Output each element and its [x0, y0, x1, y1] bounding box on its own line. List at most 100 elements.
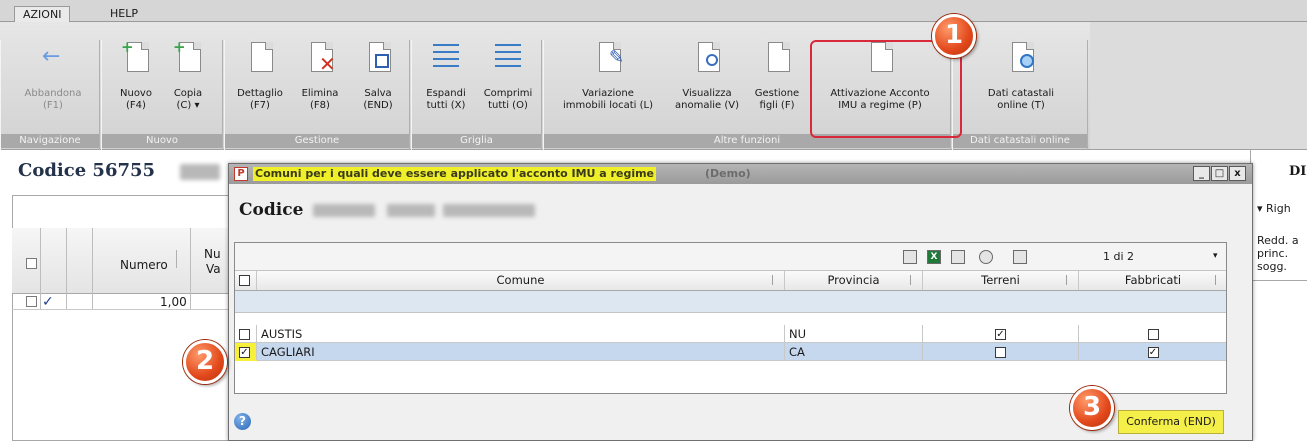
ribbon-tabbar	[0, 0, 1307, 22]
background-grid-row[interactable]: ✓ 1,00	[12, 294, 238, 310]
tab-azioni[interactable]: AZIONI	[14, 6, 71, 23]
cell-terreni[interactable]	[923, 343, 1079, 360]
background-header-checkbox[interactable]	[26, 258, 37, 269]
visualizza-label: Visualizza	[682, 88, 732, 99]
copia-label: Copia	[173, 88, 203, 99]
abbandona-shortcut: (F1)	[43, 100, 63, 111]
row-select-cell[interactable]	[235, 325, 257, 342]
table-row[interactable]: AUSTIS NU ✓	[235, 325, 1226, 343]
close-button[interactable]: x	[1229, 166, 1246, 181]
dettaglio-shortcut: (F7)	[250, 100, 270, 111]
variazione-label: Variazione	[582, 88, 634, 99]
group-dati-catastali: Dati catastali online (T) Dati catastali…	[952, 40, 1088, 150]
grid-filter-row[interactable]	[235, 291, 1226, 313]
maximize-button[interactable]: □	[1211, 166, 1228, 181]
copia-button[interactable]: + Copia (C) ▾	[166, 40, 210, 112]
header-fabbricati[interactable]: Fabbricati	[1079, 271, 1227, 290]
collapse-list-icon	[493, 40, 523, 78]
terreni-checkbox[interactable]	[995, 347, 1006, 358]
background-redd-header: Redd. a princ. sogg.	[1257, 234, 1299, 273]
children-document-icon	[762, 40, 792, 78]
background-col-resizer[interactable]	[176, 250, 184, 268]
copy-document-icon: +	[173, 40, 203, 78]
terreni-checkbox[interactable]: ✓	[995, 329, 1006, 340]
header-terreni[interactable]: Terreni	[923, 271, 1079, 290]
magnifier-document-icon	[692, 40, 722, 78]
redacted-text	[180, 164, 220, 180]
group-label-gestione: Gestione	[225, 134, 409, 148]
espandi-label: Espandi	[426, 88, 466, 99]
visualizza-anomalie-button[interactable]: Visualizza anomalie (V)	[668, 40, 746, 112]
nuovo-label: Nuovo	[120, 88, 152, 99]
espandi-shortcut: tutti (X)	[426, 100, 466, 111]
chevron-down-icon: ▾	[1257, 202, 1263, 215]
column-menu-icon[interactable]	[1066, 275, 1074, 285]
header-select-all[interactable]	[235, 271, 257, 290]
print-icon[interactable]	[903, 250, 917, 264]
row-checkbox[interactable]	[239, 329, 250, 340]
salva-button[interactable]: Salva (END)	[353, 40, 403, 112]
comprimi-label: Comprimi	[483, 88, 533, 99]
checkbox-icon	[239, 275, 250, 286]
group-label-dati-catastali: Dati catastali online	[953, 134, 1087, 148]
redacted-text	[313, 204, 375, 217]
variazione-immobili-button[interactable]: ✎ Variazione immobili locati (L)	[552, 40, 664, 112]
cell-comune: AUSTIS	[257, 325, 785, 342]
dialog-titlebar[interactable]: P Comuni per i quali deve essere applica…	[229, 164, 1252, 184]
dialog-title-demo: (Demo)	[705, 167, 751, 180]
cell-fabbricati[interactable]	[1079, 325, 1227, 342]
background-row-checkbox[interactable]	[26, 296, 37, 307]
background-right-header: DI	[1289, 164, 1307, 179]
header-comune[interactable]: Comune	[257, 271, 785, 290]
gestione-figli-button[interactable]: Gestione figli (F)	[750, 40, 804, 112]
new-document-icon: +	[121, 40, 151, 78]
row-select-cell[interactable]: ✓	[235, 343, 257, 360]
cell-terreni[interactable]: ✓	[923, 325, 1079, 342]
header-provincia[interactable]: Provincia	[785, 271, 923, 290]
chevron-down-icon[interactable]: ▾	[1213, 251, 1218, 261]
ribbon-empty-area	[1090, 22, 1307, 150]
cell-provincia: CA	[785, 343, 923, 360]
table-row[interactable]: ✓ CAGLIARI CA ✓	[235, 343, 1226, 361]
refresh-grid-icon[interactable]	[951, 250, 965, 264]
comprimi-tutti-button[interactable]: Comprimi tutti (O)	[478, 40, 538, 112]
variazione-shortcut: immobili locati (L)	[562, 100, 653, 111]
filter-columns-icon[interactable]	[1013, 250, 1027, 264]
expand-list-icon	[431, 40, 461, 78]
gestione-figli-label: Gestione	[754, 88, 800, 99]
app-logo-icon: P	[234, 167, 248, 181]
fabbricati-checkbox[interactable]	[1147, 329, 1159, 340]
background-righe-dropdown[interactable]: ▾ Righ	[1257, 202, 1291, 215]
row-checkbox[interactable]: ✓	[239, 347, 250, 358]
search-icon[interactable]	[979, 250, 993, 264]
column-menu-icon[interactable]	[1215, 275, 1223, 285]
grid-spacer	[235, 313, 1226, 325]
nuovo-button[interactable]: + Nuovo (F4)	[114, 40, 158, 112]
callout-highlight-attivazione	[810, 40, 962, 138]
dati-catastali-label: Dati catastali	[987, 88, 1055, 99]
abbandona-button[interactable]: ← Abbandona (F1)	[21, 40, 85, 112]
redd-line1: Redd. a	[1257, 234, 1299, 247]
background-codice-title: Codice 56755	[18, 160, 156, 181]
minimize-button[interactable]: _	[1193, 166, 1210, 181]
dettaglio-button[interactable]: Dettaglio (F7)	[233, 40, 287, 112]
header-comune-label: Comune	[496, 273, 545, 287]
detail-document-icon	[245, 40, 275, 78]
excel-export-icon[interactable]: X	[927, 250, 941, 264]
edit-document-icon: ✎	[593, 40, 624, 78]
espandi-tutti-button[interactable]: Espandi tutti (X)	[418, 40, 474, 112]
dati-catastali-online-button[interactable]: Dati catastali online (T)	[967, 40, 1075, 112]
column-menu-icon[interactable]	[910, 275, 918, 285]
help-icon[interactable]: ?	[234, 413, 251, 430]
conferma-button[interactable]: Conferma (END)	[1118, 410, 1224, 434]
cell-fabbricati[interactable]: ✓	[1079, 343, 1227, 360]
background-right-sep	[1251, 280, 1307, 281]
fabbricati-checkbox[interactable]: ✓	[1147, 347, 1159, 358]
globe-document-icon	[1006, 40, 1036, 78]
elimina-button[interactable]: ✕ Elimina (F8)	[295, 40, 345, 112]
tab-help[interactable]: HELP	[102, 6, 146, 23]
header-provincia-label: Provincia	[827, 273, 880, 287]
group-griglia: Espandi tutti (X) Comprimi tutti (O) Gri…	[411, 40, 542, 150]
column-menu-icon[interactable]	[772, 275, 780, 285]
copia-shortcut: (C) ▾	[176, 100, 200, 111]
